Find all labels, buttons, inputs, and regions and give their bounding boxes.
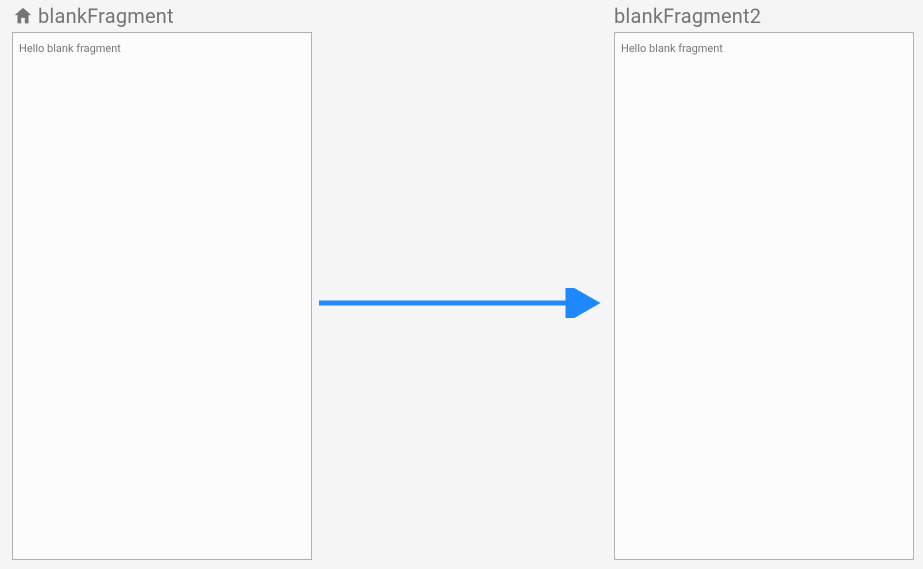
fragment-block-right[interactable]: blankFragment2 Hello blank fragment xyxy=(614,2,914,560)
fragment-card-text-left: Hello blank fragment xyxy=(19,42,121,55)
fragment-title-right: blankFragment2 xyxy=(614,4,761,28)
fragment-title-row: blankFragment xyxy=(12,2,312,30)
fragment-title-left: blankFragment xyxy=(38,4,174,28)
fragment-card-left[interactable]: Hello blank fragment xyxy=(12,32,312,560)
fragment-card-text-right: Hello blank fragment xyxy=(621,42,723,55)
fragment-title-row: blankFragment2 xyxy=(614,2,914,30)
navigation-arrow-icon[interactable] xyxy=(315,288,607,318)
home-icon xyxy=(12,5,34,27)
fragment-card-right[interactable]: Hello blank fragment xyxy=(614,32,914,560)
fragment-block-left[interactable]: blankFragment Hello blank fragment xyxy=(12,2,312,560)
